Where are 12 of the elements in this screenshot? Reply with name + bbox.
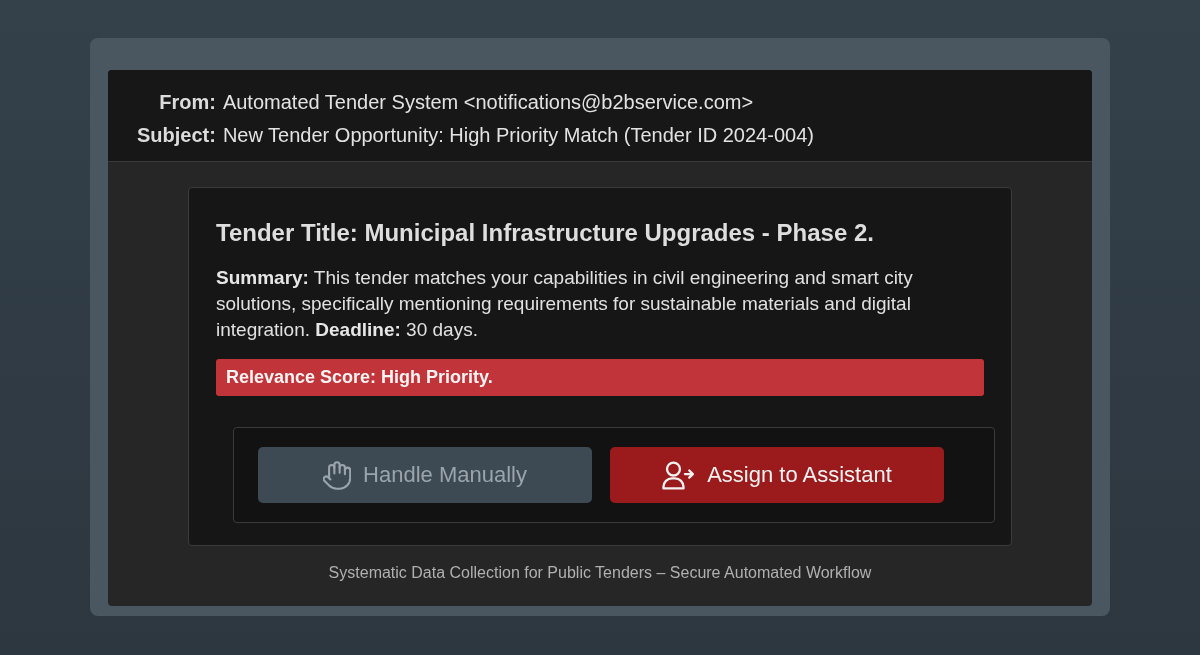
field-label: From: — [158, 90, 216, 115]
manual-button[interactable]: Handle Manually — [258, 447, 592, 503]
field-value: New Tender Opportunity: High Priority Match (Tender ID 2024-004) — [222, 123, 815, 148]
field-label: Subject: — [137, 123, 216, 148]
person-arrow-icon — [662, 460, 696, 490]
tender-summary: Summary: This tender matches your capabilities in civil engineering and smart city solutions, specifically mentioning requirements for sustainable materials and digital integration. Deadline: 30 days. — [216, 266, 914, 342]
tender-title: Tender Title: Municipal Infrastructure Upgrades - Phase 2. — [216, 218, 875, 248]
field-value: Automated Tender System <notifications@b2bservice.com> — [222, 90, 755, 115]
assign-button[interactable]: Assign to Assistant — [610, 447, 944, 503]
footer-text: Systematic Data Collection for Public Tenders – Secure Automated Workflow — [328, 563, 872, 583]
hand-icon — [323, 460, 352, 490]
relevance-banner: Relevance Score: High Priority. — [216, 359, 984, 396]
